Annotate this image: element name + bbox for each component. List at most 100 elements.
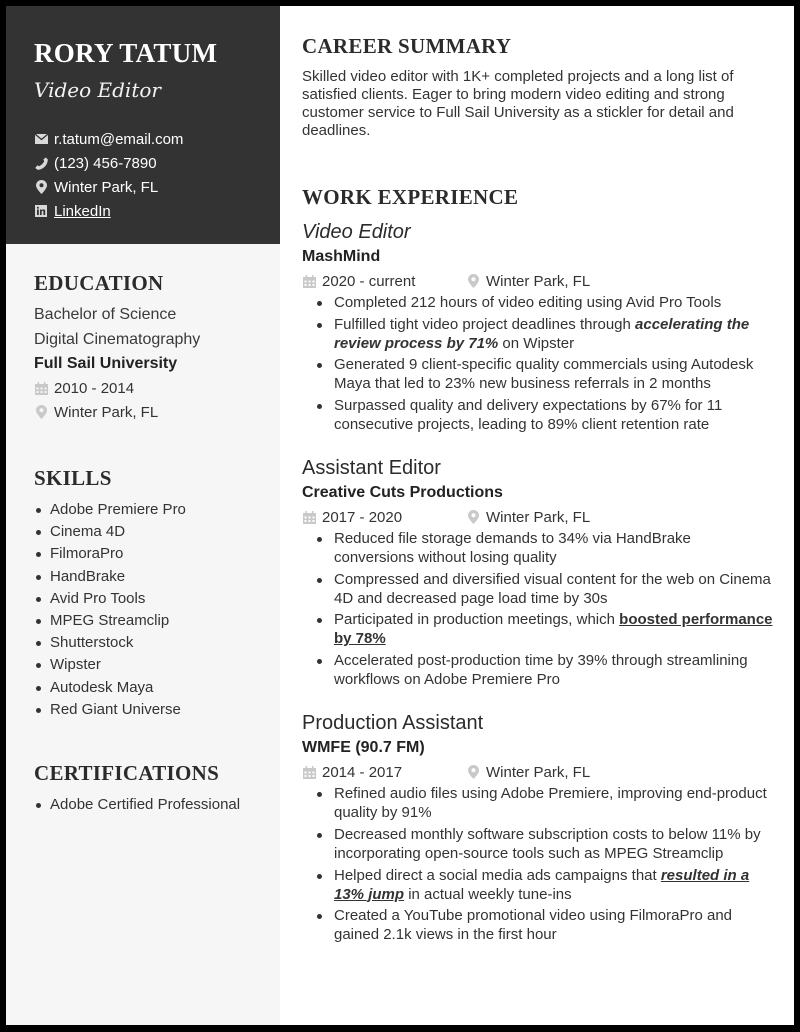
map-pin-icon	[34, 180, 48, 194]
main-content: CAREER SUMMARY Skilled video editor with…	[280, 6, 794, 1025]
job-dates: 2020 - current	[322, 272, 416, 290]
job-entry: Assistant Editor Creative Cuts Productio…	[302, 456, 794, 689]
job-dates: 2017 - 2020	[322, 508, 403, 526]
job-meta: 2014 - 2017 Winter Park, FL	[302, 760, 794, 784]
job-bullet: Surpassed quality and delivery expectati…	[317, 396, 774, 434]
map-pin-icon	[466, 274, 480, 288]
certification-item: Adobe Certified Professional	[36, 794, 280, 816]
bullet-text: Refined audio files using Adobe Premiere…	[334, 785, 767, 822]
job-title: Video Editor	[302, 221, 411, 243]
certifications-section: CERTIFICATIONS Adobe Certified Professio…	[6, 761, 280, 816]
skill-item: Avid Pro Tools	[36, 588, 280, 610]
bullet-text: Fulfilled tight video project deadlines …	[334, 315, 636, 333]
education-field: Digital Cinematography	[34, 331, 201, 348]
certifications-heading: CERTIFICATIONS	[34, 761, 220, 786]
job-bullets: Refined audio files using Adobe Premiere…	[302, 784, 774, 944]
education-heading: EDUCATION	[34, 271, 164, 295]
skill-item: MPEG Streamclip	[36, 610, 280, 632]
job-company: WMFE (90.7 FM)	[302, 739, 425, 757]
career-summary-section: CAREER SUMMARY Skilled video editor with…	[302, 34, 794, 140]
map-pin-icon	[466, 765, 480, 780]
skill-item: Shutterstock	[36, 632, 280, 654]
bullet-text: in actual weekly tune-ins	[404, 885, 572, 903]
work-experience-heading: WORK EXPERIENCE	[302, 185, 519, 209]
bullet-text: Helped direct a social media ads campaig…	[334, 866, 661, 884]
job-bullets: Reduced file storage demands to 34% via …	[302, 529, 774, 689]
job-meta: 2020 - current Winter Park, FL	[302, 269, 794, 293]
map-pin-icon	[34, 405, 48, 419]
job-location: Winter Park, FL	[486, 763, 591, 781]
bullet-text: Reduced file storage demands to 34% via …	[334, 530, 691, 567]
work-experience-section: WORK EXPERIENCE Video Editor MashMind 20…	[302, 185, 794, 944]
contact-linkedin: LinkedIn	[34, 199, 280, 223]
skill-item: Autodesk Maya	[36, 677, 280, 699]
skills-list: Adobe Premiere Pro Cinema 4D FilmoraPro …	[34, 499, 280, 721]
job-location: Winter Park, FL	[486, 272, 591, 290]
email-text: r.tatum@email.com	[54, 130, 184, 148]
skill-item: Red Giant Universe	[36, 699, 280, 721]
skill-item: Wipster	[36, 654, 280, 676]
candidate-name: RORY TATUM	[34, 38, 218, 68]
skills-heading: SKILLS	[34, 466, 112, 490]
job-entry: Production Assistant WMFE (90.7 FM) 2014…	[302, 711, 794, 944]
job-bullet: Compressed and diversified visual conten…	[317, 570, 774, 608]
job-title: Assistant Editor	[302, 457, 441, 480]
skill-item: FilmoraPro	[36, 543, 280, 565]
calendar-icon	[302, 510, 316, 524]
header-box: RORY TATUM Video Editor r.tatum@email.co…	[6, 6, 280, 244]
envelope-icon	[34, 132, 48, 146]
contact-location: Winter Park, FL	[34, 175, 280, 199]
job-list: Video Editor MashMind 2020 - current Win…	[302, 220, 794, 944]
job-bullet: Accelerated post-production time by 39% …	[317, 651, 774, 689]
job-bullet: Helped direct a social media ads campaig…	[317, 866, 774, 904]
job-meta: 2017 - 2020 Winter Park, FL	[302, 505, 794, 529]
bullet-text: Created a YouTube promotional video usin…	[334, 907, 733, 944]
job-bullet: Participated in production meetings, whi…	[317, 610, 774, 648]
sidebar: RORY TATUM Video Editor r.tatum@email.co…	[6, 6, 280, 1025]
linkedin-link[interactable]: LinkedIn	[54, 203, 111, 220]
contact-email: r.tatum@email.com	[34, 127, 280, 151]
linkedin-icon	[34, 204, 48, 218]
education-location-text: Winter Park, FL	[54, 403, 159, 421]
job-entry: Video Editor MashMind 2020 - current Win…	[302, 220, 794, 434]
bullet-text: Participated in production meetings, whi…	[334, 611, 620, 629]
calendar-icon	[302, 274, 316, 288]
contact-phone: (123) 456-7890	[34, 151, 280, 175]
job-bullet: Created a YouTube promotional video usin…	[317, 906, 774, 944]
bullet-text: Accelerated post-production time by 39% …	[334, 652, 748, 689]
calendar-icon	[34, 381, 48, 395]
education-location: Winter Park, FL	[34, 400, 280, 424]
skill-item: HandBrake	[36, 566, 280, 588]
skills-section: SKILLS Adobe Premiere Pro Cinema 4D Film…	[6, 466, 280, 721]
job-bullet: Decreased monthly software subscription …	[317, 825, 774, 863]
job-company: MashMind	[302, 248, 381, 265]
job-title: Production Assistant	[302, 712, 484, 735]
job-bullet: Reduced file storage demands to 34% via …	[317, 529, 774, 567]
bullet-text: Completed 212 hours of video editing usi…	[334, 294, 722, 311]
location-text: Winter Park, FL	[54, 178, 159, 196]
career-summary-text: Skilled video editor with 1K+ completed …	[302, 68, 734, 139]
education-section: EDUCATION Bachelor of Science Digital Ci…	[6, 271, 280, 424]
candidate-title: Video Editor	[34, 78, 161, 102]
contact-list: r.tatum@email.com (123) 456-7890 Winter …	[34, 127, 280, 223]
job-bullet: Completed 212 hours of video editing usi…	[317, 293, 774, 312]
bullet-text: on Wipster	[498, 334, 575, 352]
education-dates: 2010 - 2014	[34, 376, 280, 400]
phone-icon	[34, 156, 48, 170]
education-dates-text: 2010 - 2014	[54, 379, 135, 397]
resume-page: RORY TATUM Video Editor r.tatum@email.co…	[6, 6, 794, 1025]
skill-item: Adobe Premiere Pro	[36, 499, 280, 521]
calendar-icon	[302, 765, 316, 779]
map-pin-icon	[466, 510, 480, 525]
bullet-text: Generated 9 client-specific quality comm…	[334, 356, 754, 393]
certifications-list: Adobe Certified Professional	[34, 794, 280, 816]
job-bullet: Generated 9 client-specific quality comm…	[317, 355, 774, 393]
phone-text: (123) 456-7890	[54, 154, 157, 172]
job-location: Winter Park, FL	[486, 508, 591, 526]
bullet-text: Compressed and diversified visual conten…	[334, 570, 771, 607]
job-bullets: Completed 212 hours of video editing usi…	[302, 293, 774, 434]
skill-item: Cinema 4D	[36, 521, 280, 543]
job-bullet: Refined audio files using Adobe Premiere…	[317, 784, 774, 822]
education-school: Full Sail University	[34, 355, 178, 372]
bullet-text: Decreased monthly software subscription …	[334, 825, 761, 862]
